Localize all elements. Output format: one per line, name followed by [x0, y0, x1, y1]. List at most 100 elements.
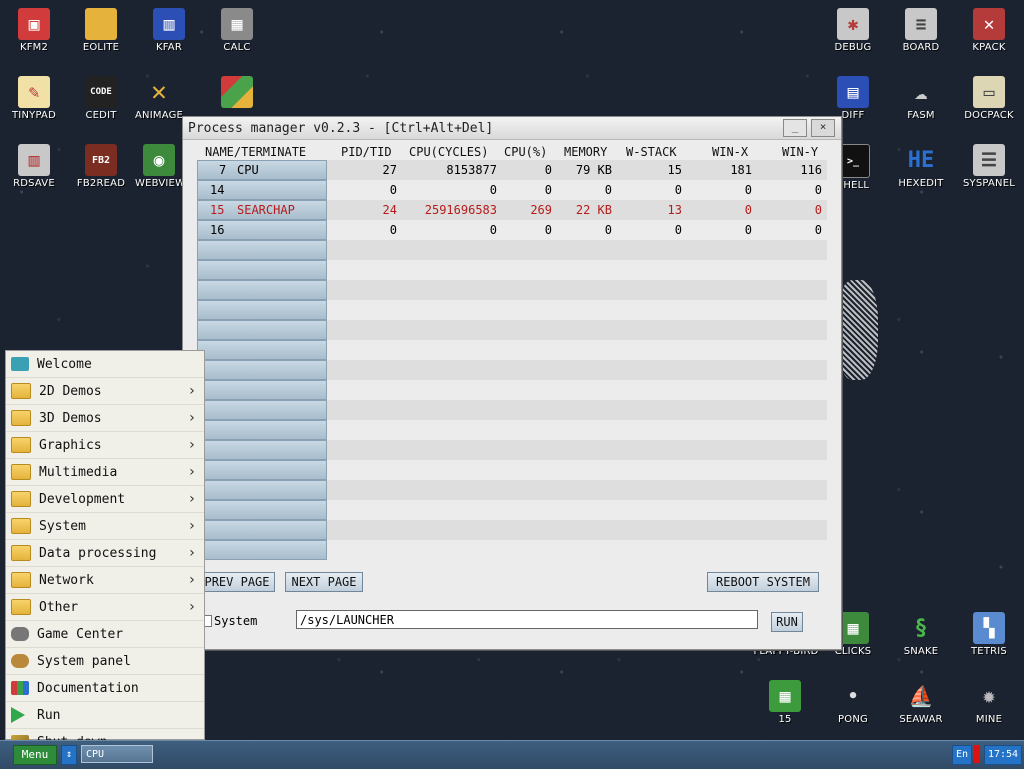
- menu-item-multimedia[interactable]: Multimedia ›: [6, 459, 204, 486]
- terminate-button[interactable]: [197, 520, 327, 540]
- desktop-icon-label: WEBVIEW: [135, 178, 183, 189]
- desktop-icon-tinypad[interactable]: ✎ TINYPAD: [0, 68, 68, 136]
- column-header-wstack[interactable]: W-STACK: [626, 145, 677, 159]
- folder-icon: [11, 572, 31, 588]
- menu-item-welcome[interactable]: Welcome: [6, 351, 204, 378]
- terminate-button[interactable]: 14: [197, 180, 327, 200]
- desktop-icon-fb2read[interactable]: FB2 FB2READ: [67, 136, 135, 204]
- folder-icon: [11, 491, 31, 507]
- chevron-right-icon: ›: [187, 383, 196, 399]
- desktop-icon-seawar[interactable]: ⛵ SEAWAR: [887, 672, 955, 740]
- prev-page-button[interactable]: PREV PAGE: [199, 572, 275, 592]
- menu-item-run[interactable]: Run: [6, 702, 204, 729]
- menu-item-development[interactable]: Development ›: [6, 486, 204, 513]
- window-titlebar[interactable]: Process manager v0.2.3 - [Ctrl+Alt+Del] …: [183, 117, 841, 140]
- table-row[interactable]: 15 SEARCHAP 24 2591696583 269 22 KB 13 0…: [197, 200, 827, 220]
- desktop-icon-label: 15: [778, 714, 792, 725]
- menu-item-data-processing[interactable]: Data processing ›: [6, 540, 204, 567]
- terminate-button[interactable]: 16: [197, 220, 327, 240]
- desktop-icon-kfm2[interactable]: ▣ KFM2: [0, 0, 68, 68]
- desktop-icon-fasm[interactable]: ☁ FASM: [887, 68, 955, 136]
- chevron-right-icon: ›: [187, 572, 196, 588]
- table-row[interactable]: 14 0 0 0 0 0 0 0: [197, 180, 827, 200]
- ship-icon: ⛵: [908, 684, 934, 708]
- desktop-icon-docpack[interactable]: ▭ DOCPACK: [955, 68, 1023, 136]
- column-header-cycles[interactable]: CPU(CYCLES): [409, 145, 488, 159]
- terminate-button[interactable]: [197, 400, 327, 420]
- desktop-icon-mine[interactable]: ✹ MINE: [955, 672, 1023, 740]
- desktop-icon-15[interactable]: ▦ 15: [751, 672, 819, 740]
- desktop-icon-animage[interactable]: ✕ ANIMAGE: [135, 68, 183, 136]
- clock[interactable]: 17:54: [984, 745, 1022, 765]
- terminate-button[interactable]: [197, 360, 327, 380]
- terminate-button[interactable]: [197, 340, 327, 360]
- terminate-button[interactable]: [197, 420, 327, 440]
- taskbar: Menu ↕ CPU En 17:54: [0, 740, 1024, 769]
- terminate-button[interactable]: 15 SEARCHAP: [197, 200, 327, 220]
- system-checkbox-label: System: [214, 614, 258, 628]
- terminate-button[interactable]: [197, 480, 327, 500]
- terminate-button[interactable]: [197, 380, 327, 400]
- menu-item-2d-demos[interactable]: 2D Demos ›: [6, 378, 204, 405]
- switch-desktop-icon[interactable]: ↕: [61, 745, 77, 765]
- next-page-button[interactable]: NEXT PAGE: [285, 572, 363, 592]
- desktop-icon-kpack[interactable]: ✕ KPACK: [955, 0, 1023, 68]
- desktop-icon-board[interactable]: ≡ BOARD: [887, 0, 955, 68]
- chevron-right-icon: ›: [187, 518, 196, 534]
- desktop-icon-webview[interactable]: ◉ WEBVIEW: [135, 136, 183, 204]
- terminate-button[interactable]: [197, 500, 327, 520]
- menu-item-documentation[interactable]: Documentation: [6, 675, 204, 702]
- notepad-icon: ✎: [18, 76, 50, 108]
- desktop-icon-kfar[interactable]: ▥ KFAR: [135, 0, 203, 68]
- terminate-button[interactable]: [197, 240, 327, 260]
- menu-item-3d-demos[interactable]: 3D Demos ›: [6, 405, 204, 432]
- terminate-button[interactable]: [197, 320, 327, 340]
- terminate-button[interactable]: [197, 440, 327, 460]
- folder-icon: [11, 518, 31, 534]
- desktop-icon-cedit[interactable]: CODE CEDIT: [67, 68, 135, 136]
- desktop-icon-hexedit[interactable]: HE HEXEDIT: [887, 136, 955, 204]
- column-header-name[interactable]: NAME/TERMINATE: [205, 145, 306, 159]
- column-header-memory[interactable]: MEMORY: [564, 145, 607, 159]
- menu-item-graphics[interactable]: Graphics ›: [6, 432, 204, 459]
- terminate-button[interactable]: [197, 260, 327, 280]
- desktop-icon-eolite[interactable]: EOLITE: [67, 0, 135, 68]
- desktop-icon-rdsave[interactable]: ▥ RDSAVE: [0, 136, 68, 204]
- desktop-icon-debug[interactable]: ✱ DEBUG: [819, 0, 887, 68]
- column-header-winy[interactable]: WIN-Y: [782, 145, 818, 159]
- terminate-button[interactable]: [197, 280, 327, 300]
- close-button[interactable]: ×: [811, 119, 835, 137]
- desktop-icon-label: RDSAVE: [13, 178, 55, 189]
- menu-button[interactable]: Menu: [13, 745, 57, 765]
- table-row-empty: [197, 380, 827, 400]
- panels-icon: ▥: [153, 8, 185, 40]
- run-button[interactable]: RUN: [771, 612, 803, 632]
- column-header-cpu-percent[interactable]: CPU(%): [504, 145, 547, 159]
- terminate-button[interactable]: 7 CPU: [197, 160, 327, 180]
- table-row-empty: [197, 520, 827, 540]
- table-row-empty: [197, 460, 827, 480]
- reboot-system-button[interactable]: REBOOT SYSTEM: [707, 572, 819, 592]
- menu-item-system[interactable]: System ›: [6, 513, 204, 540]
- desktop-icon-calc[interactable]: ▦ CALC: [203, 0, 271, 68]
- table-row[interactable]: 16 0 0 0 0 0 0 0: [197, 220, 827, 240]
- terminate-button[interactable]: [197, 460, 327, 480]
- desktop-icon-label: DEBUG: [834, 42, 872, 53]
- desktop-icon-pong[interactable]: • PONG: [819, 672, 887, 740]
- menu-item-other[interactable]: Other ›: [6, 594, 204, 621]
- table-row[interactable]: 7 CPU 27 8153877 0 79 KB 15 181 116: [197, 160, 827, 180]
- menu-item-network[interactable]: Network ›: [6, 567, 204, 594]
- run-path-input[interactable]: /sys/LAUNCHER: [296, 610, 758, 629]
- terminate-button[interactable]: [197, 300, 327, 320]
- column-header-pid[interactable]: PID/TID: [341, 145, 392, 159]
- keyboard-language[interactable]: En: [952, 745, 972, 765]
- minimize-button[interactable]: _: [783, 119, 807, 137]
- desktop-icon-syspanel[interactable]: ☰ SYSPANEL: [955, 136, 1023, 204]
- desktop-icon-tetris[interactable]: ▚ TETRIS: [955, 604, 1023, 672]
- desktop-icon-snake[interactable]: § SNAKE: [887, 604, 955, 672]
- taskbar-item-cpu[interactable]: CPU: [81, 745, 153, 763]
- menu-item-game-center[interactable]: Game Center: [6, 621, 204, 648]
- terminate-button[interactable]: [197, 540, 327, 560]
- menu-item-system-panel[interactable]: System panel: [6, 648, 204, 675]
- column-header-winx[interactable]: WIN-X: [712, 145, 748, 159]
